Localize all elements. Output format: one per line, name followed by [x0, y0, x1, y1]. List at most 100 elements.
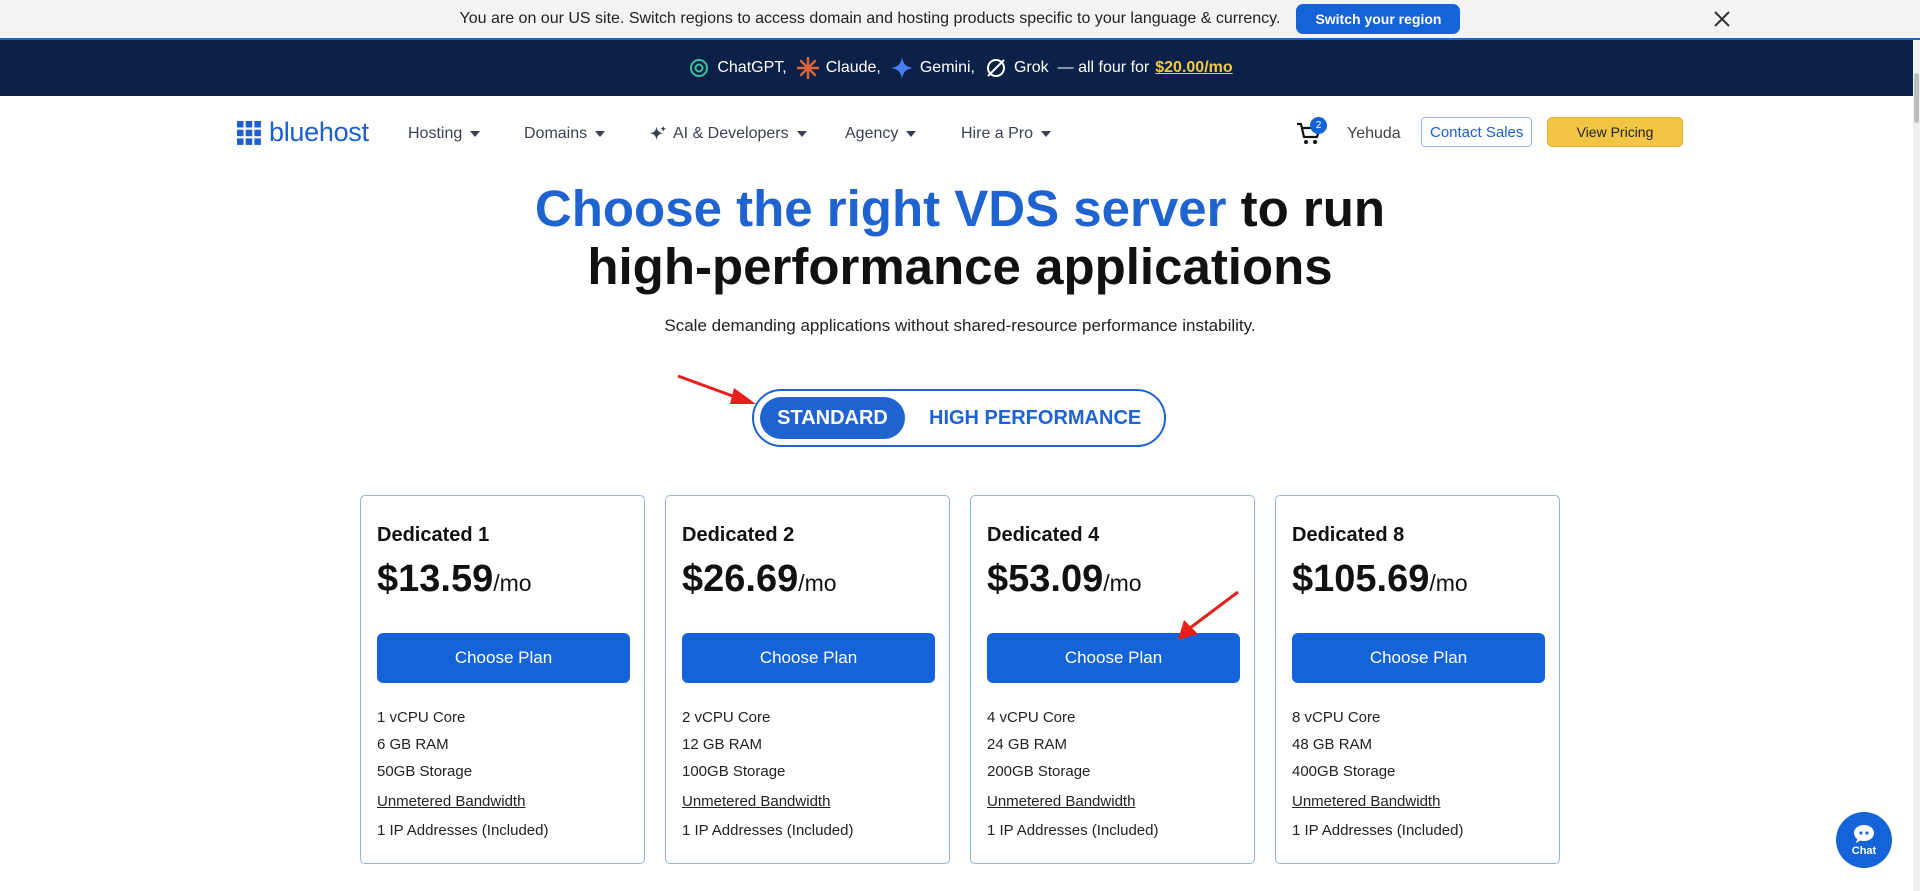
promo-chatgpt-label: ChatGPT, — [717, 59, 787, 76]
plan-feature-ram: 6 GB RAM — [377, 736, 449, 753]
title-accent: Choose the right VDS server — [534, 180, 1227, 237]
chat-button[interactable]: Chat — [1836, 812, 1892, 868]
plan-card-dedicated-1: Dedicated 1 $13.59/mo Choose Plan 1 vCPU… — [360, 495, 645, 864]
plan-feature-bandwidth-link[interactable]: Unmetered Bandwidth — [987, 793, 1135, 810]
promo-gemini: Gemini, — [890, 56, 975, 80]
plan-feature-ip: 1 IP Addresses (Included) — [682, 822, 854, 839]
plan-price-amount: $26.69 — [682, 558, 799, 600]
bluehost-logo[interactable]: bluehost — [237, 117, 369, 148]
plan-name: Dedicated 1 — [377, 524, 490, 546]
logo-text: bluehost — [269, 117, 369, 147]
plan-name: Dedicated 2 — [682, 524, 795, 546]
contact-sales-button[interactable]: Contact Sales — [1421, 117, 1533, 147]
choose-plan-button[interactable]: Choose Plan — [987, 633, 1240, 683]
promo-gemini-label: Gemini, — [919, 59, 975, 76]
page-subtitle: Scale demanding applications without sha… — [664, 316, 1256, 335]
plan-feature-cpu: 1 vCPU Core — [377, 709, 466, 726]
tab-standard[interactable]: STANDARD — [760, 397, 905, 439]
promo-claude-label: Claude, — [825, 59, 881, 76]
chat-bubble-icon — [1854, 824, 1874, 843]
region-message: You are on our US site. Switch regions t… — [459, 10, 1281, 27]
promo-tagline: — all four for — [1057, 59, 1150, 76]
view-pricing-button[interactable]: View Pricing — [1547, 117, 1683, 147]
choose-plan-button[interactable]: Choose Plan — [1292, 633, 1545, 683]
chatgpt-icon — [690, 59, 709, 77]
scrollbar[interactable] — [1913, 40, 1920, 891]
nav-hire-a-pro[interactable]: Hire a Pro — [961, 125, 1052, 143]
chevron-down-icon — [1041, 131, 1052, 137]
nav-ai-developers[interactable]: AI & Developers — [649, 125, 807, 143]
plan-feature-bandwidth-link[interactable]: Unmetered Bandwidth — [1292, 793, 1440, 810]
plan-feature-bandwidth-link[interactable]: Unmetered Bandwidth — [682, 793, 830, 810]
cart-count-badge: 2 — [1310, 117, 1327, 134]
nav-domains[interactable]: Domains — [524, 125, 606, 143]
user-name[interactable]: Yehuda — [1347, 125, 1401, 143]
close-icon[interactable] — [1710, 7, 1734, 31]
title-line-2: high-performance applications — [587, 238, 1333, 295]
chat-label: Chat — [1851, 844, 1877, 857]
choose-plan-button[interactable]: Choose Plan — [682, 633, 935, 683]
chevron-down-icon — [595, 131, 606, 137]
title-rest: to run — [1226, 180, 1386, 237]
gemini-icon — [890, 57, 913, 79]
plan-card-dedicated-4: Dedicated 4 $53.09/mo Choose Plan 4 vCPU… — [970, 495, 1255, 864]
grok-icon — [986, 59, 1005, 77]
plan-feature-bandwidth-link[interactable]: Unmetered Bandwidth — [377, 793, 525, 810]
chevron-down-icon — [906, 131, 917, 137]
plan-price-amount: $105.69 — [1292, 558, 1430, 600]
plan-type-toggle: STANDARD HIGH PERFORMANCE — [752, 389, 1166, 447]
promo-claude: Claude, — [796, 56, 881, 80]
region-banner: You are on our US site. Switch regions t… — [0, 0, 1920, 40]
plan-name: Dedicated 8 — [1292, 524, 1405, 546]
plan-price: $13.59/mo — [377, 558, 532, 601]
nav-hire-a-pro-label: Hire a Pro — [961, 125, 1034, 142]
plan-price: $26.69/mo — [682, 558, 837, 601]
promo-bar: ChatGPT, Claude, Gemini, Grok — all four… — [0, 40, 1920, 96]
plan-feature-ram: 24 GB RAM — [987, 736, 1068, 753]
tab-high-performance[interactable]: HIGH PERFORMANCE — [929, 397, 1141, 439]
plan-feature-cpu: 8 vCPU Core — [1292, 709, 1381, 726]
plan-feature-storage: 50GB Storage — [377, 763, 473, 780]
sparkle-icon — [649, 125, 667, 140]
plan-feature-ram: 48 GB RAM — [1292, 736, 1373, 753]
chevron-down-icon — [796, 131, 807, 137]
annotation-arrow — [677, 374, 756, 404]
chevron-down-icon — [470, 131, 481, 137]
promo-grok-label: Grok — [1013, 59, 1049, 76]
nav-domains-label: Domains — [524, 125, 588, 142]
plan-feature-ram: 12 GB RAM — [682, 736, 763, 753]
plan-price-period: /mo — [1103, 570, 1142, 596]
nav-agency-label: Agency — [845, 125, 899, 142]
nav-hosting-label: Hosting — [408, 125, 463, 142]
plan-price-amount: $13.59 — [377, 558, 494, 600]
plan-feature-ip: 1 IP Addresses (Included) — [377, 822, 549, 839]
plan-card-dedicated-2: Dedicated 2 $26.69/mo Choose Plan 2 vCPU… — [665, 495, 950, 864]
grid-logo-icon — [237, 120, 261, 145]
nav-hosting[interactable]: Hosting — [408, 125, 481, 143]
plan-price-period: /mo — [1429, 570, 1468, 596]
nav-ai-developers-label: AI & Developers — [673, 125, 789, 142]
scrollbar-thumb[interactable] — [1914, 73, 1919, 123]
promo-chatgpt: ChatGPT, — [687, 56, 787, 80]
plan-price-amount: $53.09 — [987, 558, 1104, 600]
plan-feature-cpu: 4 vCPU Core — [987, 709, 1076, 726]
page-title: Choose the right VDS server to run high-… — [0, 180, 1920, 296]
choose-plan-button[interactable]: Choose Plan — [377, 633, 630, 683]
plan-price-period: /mo — [798, 570, 837, 596]
plan-price: $53.09/mo — [987, 558, 1142, 601]
promo-price-link[interactable]: $20.00/mo — [1155, 59, 1232, 77]
plan-card-dedicated-8: Dedicated 8 $105.69/mo Choose Plan 8 vCP… — [1275, 495, 1560, 864]
plan-feature-storage: 200GB Storage — [987, 763, 1091, 780]
plan-price-period: /mo — [493, 570, 532, 596]
plan-name: Dedicated 4 — [987, 524, 1100, 546]
nav-agency[interactable]: Agency — [845, 125, 917, 143]
plan-feature-storage: 100GB Storage — [682, 763, 786, 780]
plan-feature-ip: 1 IP Addresses (Included) — [987, 822, 1159, 839]
plan-feature-storage: 400GB Storage — [1292, 763, 1396, 780]
plan-feature-ip: 1 IP Addresses (Included) — [1292, 822, 1464, 839]
plan-feature-cpu: 2 vCPU Core — [682, 709, 771, 726]
switch-region-button[interactable]: Switch your region — [1296, 4, 1461, 34]
plan-price: $105.69/mo — [1292, 558, 1468, 601]
claude-icon — [796, 56, 819, 80]
main-nav: bluehost Hosting Domains AI & Developers… — [0, 96, 1920, 168]
